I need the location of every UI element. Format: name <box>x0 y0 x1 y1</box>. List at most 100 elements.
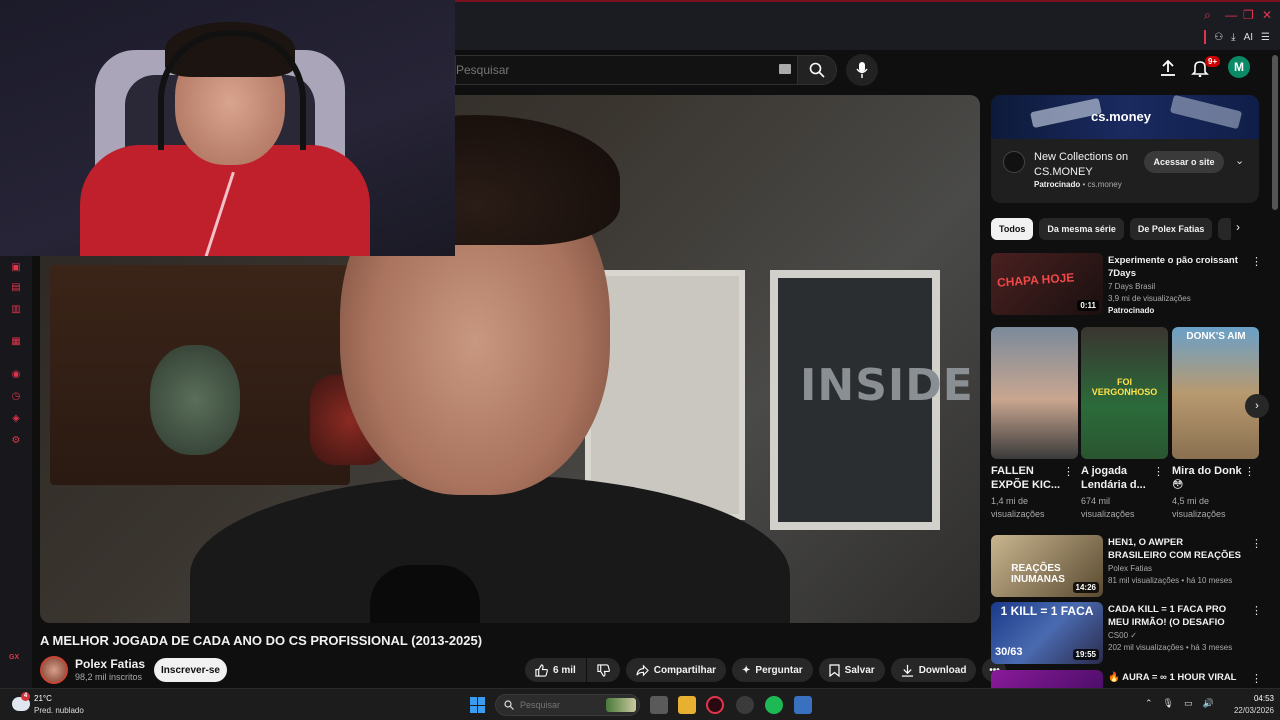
recommendation-item[interactable]: CHAPA HOJE 0:11 Experimente o pão croiss… <box>991 253 1262 315</box>
account-icon[interactable]: ⚇ <box>1214 32 1223 43</box>
subscribe-button[interactable]: Inscrever-se <box>154 658 227 682</box>
recommendation-views: 3,9 mi de visualizações <box>1108 294 1191 303</box>
network-icon[interactable]: ▭ <box>1184 698 1193 709</box>
chip-from-channel[interactable]: De Polex Fatias <box>1129 218 1213 240</box>
taskbar-date[interactable]: 22/03/2026 <box>1224 706 1274 715</box>
taskbar-clock[interactable]: 04:53 <box>1236 694 1274 703</box>
save-button[interactable]: Salvar <box>818 658 885 682</box>
sidebar-player-icon[interactable]: ▥ <box>10 304 22 316</box>
voice-search-button[interactable] <box>846 54 878 86</box>
minimize-button[interactable]: — <box>1225 8 1237 22</box>
chevron-down-icon[interactable]: ⌄ <box>1235 154 1244 167</box>
chip-same-series[interactable]: Da mesma série <box>1039 218 1124 240</box>
channel-name[interactable]: Polex Fatias <box>75 657 145 671</box>
bookmark-icon <box>829 663 840 677</box>
download-button[interactable]: Download <box>890 658 977 682</box>
chevron-up-icon[interactable]: ⌃ <box>1145 698 1153 709</box>
file-explorer-icon[interactable] <box>678 696 696 714</box>
more-vertical-icon[interactable]: ⋮ <box>1251 255 1262 268</box>
steam-icon[interactable] <box>736 696 754 714</box>
more-vertical-icon[interactable]: ⋮ <box>1251 537 1262 550</box>
task-view-icon[interactable] <box>650 696 668 714</box>
upload-icon[interactable] <box>1159 59 1177 77</box>
recommendation-title[interactable]: CADA KILL = 1 FACA PRO MEU IRMÃO! (O DES… <box>1108 603 1243 629</box>
recommendation-item[interactable]: REAÇÕES INUMANAS 14:26 HEN1, O AWPER BRA… <box>991 535 1262 597</box>
spotify-icon[interactable] <box>765 696 783 714</box>
volume-icon[interactable]: 🔊 <box>1203 698 1214 709</box>
sidebar-twitch-icon[interactable]: ▦ <box>10 336 22 348</box>
like-count: 6 mil <box>553 664 576 676</box>
windows-start-icon[interactable] <box>470 697 486 713</box>
short-thumbnail[interactable] <box>991 327 1078 459</box>
weather-forecast[interactable]: Pred. nublado <box>34 706 84 715</box>
channel-avatar[interactable] <box>40 656 68 684</box>
ad-image[interactable]: cs.money <box>991 95 1259 139</box>
short-thumbnail[interactable]: DONK'S AIM <box>1172 327 1259 459</box>
browser-search-icon[interactable]: ⌕ <box>1204 8 1211 23</box>
app-icon[interactable] <box>794 696 812 714</box>
short-title[interactable]: A jogada Lendária d... <box>1081 464 1151 492</box>
ad-visit-site-button[interactable]: Acessar o site <box>1144 151 1224 173</box>
recommendation-thumbnail[interactable] <box>991 670 1103 688</box>
like-button[interactable]: 6 mil <box>525 658 586 682</box>
taskbar-search[interactable] <box>495 694 640 716</box>
short-title[interactable]: FALLEN EXPÕE KIC... <box>991 464 1061 492</box>
ask-button[interactable]: ✦ Perguntar <box>732 658 813 682</box>
more-vertical-icon[interactable]: ⋮ <box>1063 465 1074 478</box>
microphone-tray-icon[interactable]: 🎙 <box>1163 698 1174 709</box>
sidebar-settings-icon[interactable]: ⚙ <box>10 435 22 447</box>
dislike-button[interactable] <box>586 658 620 682</box>
short-title[interactable]: Mira do Donk 😳 <box>1172 464 1242 492</box>
opera-gx-icon[interactable] <box>706 696 724 714</box>
short-item[interactable]: FOI VERGONHOSO A jogada Lendária d... ⋮ … <box>1081 327 1168 522</box>
chevron-right-icon[interactable]: › <box>1236 220 1240 234</box>
more-vertical-icon[interactable]: ⋮ <box>1153 465 1164 478</box>
short-item[interactable]: DONK'S AIM Mira do Donk 😳 ⋮ 4,5 mi de vi… <box>1172 327 1259 522</box>
sidebar-messenger-icon[interactable]: ▤ <box>10 282 22 294</box>
chip-partial[interactable] <box>1218 218 1231 240</box>
recommendation-channel[interactable]: Polex Fatias <box>1108 564 1152 573</box>
more-vertical-icon[interactable]: ⋮ <box>1251 672 1261 685</box>
weather-temperature[interactable]: 21°C <box>34 694 52 703</box>
short-thumbnail[interactable]: FOI VERGONHOSO <box>1081 327 1168 459</box>
ad-title[interactable]: New Collections on CS.MONEY <box>1034 150 1134 180</box>
sidebar-play-icon[interactable]: ◉ <box>10 369 22 381</box>
ad-logo[interactable] <box>1003 151 1025 173</box>
search-button[interactable] <box>797 55 837 85</box>
share-button[interactable]: Compartilhar <box>625 658 727 682</box>
ad-domain: cs.money <box>1087 180 1122 189</box>
short-item[interactable]: FALLEN EXPÕE KIC... ⋮ 1,4 mi de visualiz… <box>991 327 1078 522</box>
sidebar-gx-label[interactable]: GX <box>9 654 19 661</box>
more-vertical-icon[interactable]: ⋮ <box>1244 465 1255 478</box>
recommendation-channel[interactable]: CS00 ✓ <box>1108 631 1137 640</box>
maximize-button[interactable]: ❐ <box>1243 8 1254 22</box>
search-input[interactable] <box>456 63 756 77</box>
ad-banner[interactable]: cs.money New Collections on CS.MONEY Pat… <box>991 95 1259 203</box>
menu-icon[interactable]: ☰ <box>1261 32 1270 43</box>
recommendation-channel[interactable]: 7 Days Brasil <box>1108 282 1155 291</box>
sidebar-extensions-icon[interactable]: ◈ <box>10 413 22 425</box>
aria-ai-button[interactable]: AI <box>1244 32 1253 43</box>
sidebar-wallet-icon[interactable]: ▣ <box>10 262 22 274</box>
recommendation-views: 202 mil visualizações • há 3 meses <box>1108 643 1233 652</box>
recommendation-title[interactable]: Experimente o pão croissant 7Days <box>1108 254 1243 280</box>
more-vertical-icon[interactable]: ⋮ <box>1251 604 1262 617</box>
download-icon[interactable]: ⤓ <box>1231 32 1235 43</box>
keyboard-icon[interactable] <box>779 64 791 74</box>
recommendation-title[interactable]: 🔥 AURA = ∞ 1 HOUR VIRAL <box>1108 671 1243 684</box>
recommendation-item[interactable]: 🔥 AURA = ∞ 1 HOUR VIRAL ⋮ <box>991 670 1261 688</box>
recommendation-thumbnail[interactable]: 1 KILL = 1 FACA 30/63 19:55 <box>991 602 1103 664</box>
shorts-next-button[interactable]: › <box>1245 394 1269 418</box>
page-scrollbar[interactable] <box>1272 55 1278 210</box>
recommendation-thumbnail[interactable]: CHAPA HOJE 0:11 <box>991 253 1103 315</box>
recommendation-thumbnail[interactable]: REAÇÕES INUMANAS 14:26 <box>991 535 1103 597</box>
user-avatar[interactable]: M <box>1228 56 1250 78</box>
chip-all[interactable]: Todos <box>991 218 1034 240</box>
search-box[interactable] <box>455 55 797 85</box>
recommendation-item[interactable]: 1 KILL = 1 FACA 30/63 19:55 CADA KILL = … <box>991 602 1262 664</box>
sidebar-history-icon[interactable]: ◷ <box>10 391 22 403</box>
channel-subscribers: 98,2 mil inscritos <box>75 672 143 682</box>
close-button[interactable]: ✕ <box>1262 8 1272 22</box>
recommendation-title[interactable]: HEN1, O AWPER BRASILEIRO COM REAÇÕES INU… <box>1108 536 1243 562</box>
taskbar-search-input[interactable] <box>520 700 600 710</box>
